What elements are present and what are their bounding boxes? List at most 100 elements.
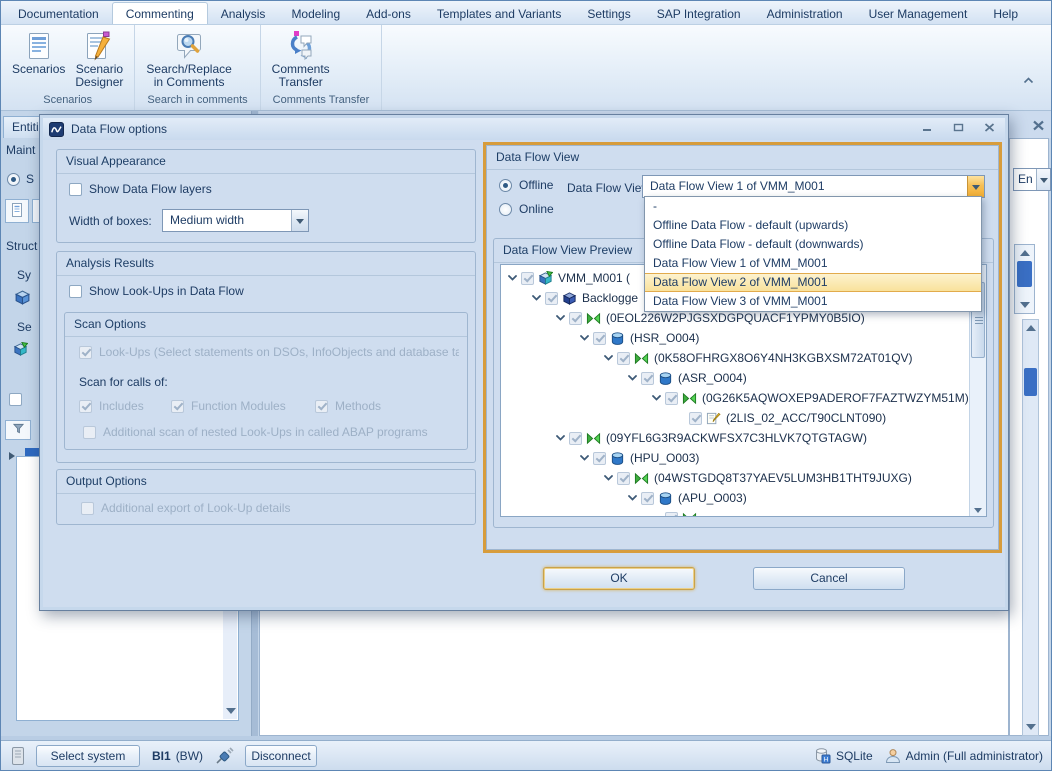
svg-text:H: H bbox=[824, 756, 829, 763]
tab-help[interactable]: Help bbox=[980, 3, 1031, 24]
disconnect-button[interactable]: Disconnect bbox=[245, 745, 317, 767]
tree-row-label: VMM_M001 ( bbox=[558, 271, 630, 285]
tree-row-label: (ASR_O004) bbox=[678, 371, 747, 385]
radio-icon bbox=[499, 179, 512, 192]
scenario-designer-icon bbox=[82, 30, 116, 62]
chevron-down-icon[interactable] bbox=[649, 395, 663, 401]
dropdown-button[interactable] bbox=[967, 176, 984, 197]
dropdown-button[interactable] bbox=[291, 210, 308, 231]
scrollbar-thumb[interactable] bbox=[1024, 368, 1037, 396]
tree-row[interactable]: (04WSTGDQ8T37YAEV5LUM3HB1THT9JUXG) bbox=[501, 468, 986, 488]
tree-checkbox bbox=[569, 312, 582, 325]
language-select[interactable]: En bbox=[1013, 168, 1051, 191]
tree-row[interactable]: (2LIS_02_ACC/T90CLNT090) bbox=[501, 408, 986, 428]
dropdown-option[interactable]: Data Flow View 2 of VMM_M001 bbox=[645, 273, 981, 292]
checkbox-icon bbox=[171, 400, 184, 413]
show-data-flow-layers-checkbox[interactable]: Show Data Flow layers bbox=[69, 182, 212, 196]
chevron-down-icon[interactable] bbox=[625, 375, 639, 381]
language-dropdown-button[interactable] bbox=[1036, 169, 1050, 190]
tree-row[interactable]: (HPU_O003) bbox=[501, 448, 986, 468]
tree-row[interactable]: (APU_O003) bbox=[501, 488, 986, 508]
collapse-ribbon-button[interactable] bbox=[1019, 73, 1037, 87]
chevron-down-icon[interactable] bbox=[601, 355, 615, 361]
connection-plug-icon bbox=[215, 747, 235, 765]
comments-transfer-button[interactable]: Comments Transfer bbox=[267, 28, 335, 91]
close-button[interactable] bbox=[980, 121, 998, 134]
tree-row[interactable]: (0K58OFHRGX8O6Y4NH3KGBXSM72AT01QV) bbox=[501, 348, 986, 368]
chevron-down-icon[interactable] bbox=[529, 295, 543, 301]
tab-analysis[interactable]: Analysis bbox=[208, 3, 279, 24]
chevron-down-icon[interactable] bbox=[625, 495, 639, 501]
chevron-down-icon[interactable] bbox=[601, 475, 615, 481]
cube-icon bbox=[562, 291, 577, 306]
background-sel-label: Se bbox=[17, 320, 32, 334]
ok-button[interactable]: OK bbox=[543, 567, 695, 590]
tree-row-label: (0G26K5AQWOXEP9ADEROF7FAZTWZYM51M) bbox=[702, 391, 969, 405]
chevron-down-icon[interactable] bbox=[577, 335, 591, 341]
offline-radio[interactable]: Offline bbox=[499, 178, 553, 192]
background-checkbox[interactable] bbox=[9, 393, 22, 406]
tab-documentation[interactable]: Documentation bbox=[5, 3, 112, 24]
tab-sap-integration[interactable]: SAP Integration bbox=[644, 3, 754, 24]
dropdown-option[interactable]: - bbox=[645, 197, 981, 216]
checkbox-label: Additional export of Look-Up details bbox=[101, 501, 290, 515]
tree-row[interactable]: (ASR_O004) bbox=[501, 368, 986, 388]
tree-row[interactable]: (09YFL6G3R9ACKWFSX7C3HLVK7QTGTAGW) bbox=[501, 428, 986, 448]
scan-for-calls-label: Scan for calls of: bbox=[79, 375, 168, 389]
data-flow-view-value: Data Flow View 1 of VMM_M001 bbox=[643, 176, 967, 197]
checkbox-icon bbox=[81, 502, 94, 515]
radio-icon bbox=[499, 203, 512, 216]
ribbon-group-caption: Scenarios bbox=[3, 93, 132, 110]
tab-settings[interactable]: Settings bbox=[574, 3, 643, 24]
width-of-boxes-select[interactable]: Medium width bbox=[162, 209, 309, 232]
status-bar: Select system BI1 (BW) Disconnect H SQLi… bbox=[1, 740, 1051, 770]
checkbox-icon bbox=[79, 400, 92, 413]
search-replace-in-comments-button[interactable]: Search/Replace in Comments bbox=[141, 28, 236, 91]
user-icon bbox=[885, 748, 901, 764]
tab-templates-and-variants[interactable]: Templates and Variants bbox=[424, 3, 575, 24]
select-system-button[interactable]: Select system bbox=[36, 745, 140, 767]
background-section-label: Maint bbox=[6, 143, 35, 157]
chevron-down-icon[interactable] bbox=[577, 455, 591, 461]
tab-add-ons[interactable]: Add-ons bbox=[353, 3, 424, 24]
dropdown-option[interactable]: Offline Data Flow - default (upwards) bbox=[645, 216, 981, 235]
tab-commenting[interactable]: Commenting bbox=[112, 2, 208, 24]
background-vertical-scrollbar[interactable] bbox=[1022, 319, 1039, 736]
transformation-icon bbox=[634, 471, 649, 486]
scrollbar-thumb[interactable] bbox=[1017, 261, 1032, 287]
tab-user-management[interactable]: User Management bbox=[856, 3, 981, 24]
close-icon[interactable] bbox=[1029, 119, 1047, 135]
tree-row[interactable]: (HSR_O004) bbox=[501, 328, 986, 348]
background-small-scrollbar[interactable] bbox=[1014, 244, 1035, 314]
filter-funnel-icon[interactable] bbox=[5, 420, 31, 440]
tab-administration[interactable]: Administration bbox=[754, 3, 856, 24]
infocube-icon bbox=[13, 342, 31, 360]
cancel-button[interactable]: Cancel bbox=[753, 567, 905, 590]
tree-row[interactable] bbox=[501, 508, 986, 517]
chevron-down-icon[interactable] bbox=[553, 435, 567, 441]
chevron-down-icon[interactable] bbox=[553, 315, 567, 321]
ribbon-group-comments-transfer: Comments TransferComments Transfer bbox=[261, 25, 383, 110]
scenarios-button[interactable]: Scenarios bbox=[7, 28, 70, 78]
transformation-icon bbox=[682, 391, 697, 406]
dialog-title-bar[interactable]: Data Flow options bbox=[43, 118, 1005, 140]
dropdown-option[interactable]: Data Flow View 3 of VMM_M001 bbox=[645, 292, 981, 311]
dropdown-option[interactable]: Data Flow View 1 of VMM_M001 bbox=[645, 254, 981, 273]
tab-modeling[interactable]: Modeling bbox=[278, 3, 353, 24]
minimize-button[interactable] bbox=[918, 121, 936, 134]
tree-row-label: (HPU_O003) bbox=[630, 451, 699, 465]
width-of-boxes-label: Width of boxes: bbox=[69, 214, 152, 228]
scenario-designer-button[interactable]: Scenario Designer bbox=[70, 28, 128, 91]
maximize-button[interactable] bbox=[949, 121, 967, 134]
online-radio[interactable]: Online bbox=[499, 202, 554, 216]
dropdown-option[interactable]: Offline Data Flow - default (downwards) bbox=[645, 235, 981, 254]
background-toolbar-button[interactable] bbox=[5, 199, 29, 223]
background-radio[interactable]: S bbox=[7, 172, 34, 186]
chevron-down-icon[interactable] bbox=[505, 275, 519, 281]
scenarios-document-icon bbox=[22, 30, 56, 62]
tree-checkbox bbox=[593, 332, 606, 345]
tree-row[interactable]: (0G26K5AQWOXEP9ADEROF7FAZTWZYM51M) bbox=[501, 388, 986, 408]
dialog-title: Data Flow options bbox=[71, 122, 167, 136]
data-flow-view-select[interactable]: Data Flow View 1 of VMM_M001 bbox=[642, 175, 985, 198]
show-lookups-checkbox[interactable]: Show Look-Ups in Data Flow bbox=[69, 284, 244, 298]
